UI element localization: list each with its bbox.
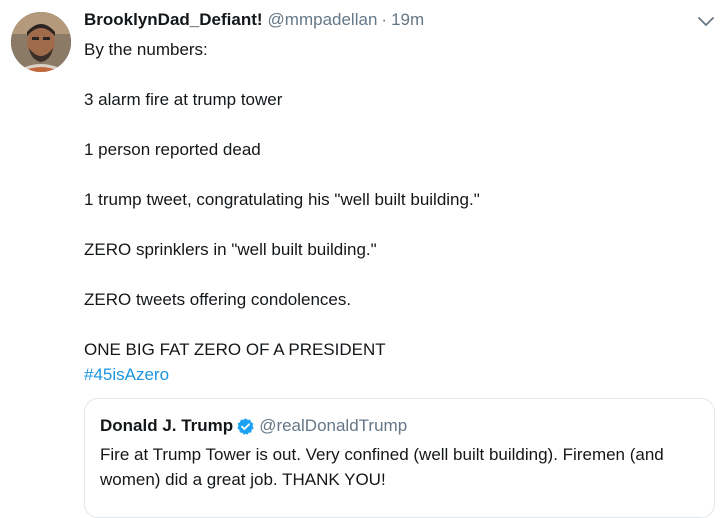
timestamp[interactable]: 19m	[391, 10, 424, 30]
line-break	[84, 62, 704, 87]
tweet-line: 1 person reported dead	[84, 140, 261, 159]
line-break	[84, 312, 704, 337]
chevron-down-icon	[698, 17, 714, 26]
tweet-line: By the numbers:	[84, 40, 208, 59]
tweet-line: ZERO sprinklers in "well built building.…	[84, 240, 377, 259]
tweet-line: 1 trump tweet, congratulating his "well …	[84, 190, 480, 209]
hashtag-link[interactable]: #45isAzero	[84, 365, 169, 384]
tweet-line: ZERO tweets offering condolences.	[84, 290, 352, 309]
verified-badge-icon	[236, 417, 255, 436]
quoted-tweet-text: Fire at Trump Tower is out. Very confine…	[100, 442, 700, 492]
tweet-line: ONE BIG FAT ZERO OF A PRESIDENT	[84, 340, 386, 359]
line-break	[84, 112, 704, 137]
hashtag-line: #45isAzero	[84, 362, 704, 387]
display-name[interactable]: BrooklynDad_Defiant!	[84, 10, 263, 30]
quoted-text-line: women) did a great job. THANK YOU!	[100, 470, 386, 489]
quoted-user-handle: @realDonaldTrump	[259, 416, 408, 435]
quoted-display-name: Donald J. Trump	[100, 416, 234, 435]
line-break	[84, 212, 704, 237]
quoted-text-line: Fire at Trump Tower is out. Very confine…	[100, 445, 664, 464]
tweet-menu-button[interactable]	[696, 14, 716, 30]
quoted-tweet-card[interactable]: Donald J. Trump @realDonaldTrump Fire at…	[84, 398, 715, 518]
tweet-line: 3 alarm fire at trump tower	[84, 90, 283, 109]
user-avatar[interactable]	[11, 12, 71, 72]
tweet-text: By the numbers: 3 alarm fire at trump to…	[84, 37, 704, 387]
tweet: BrooklynDad_Defiant! @mmpadellan · 19m B…	[0, 0, 722, 518]
line-break	[84, 162, 704, 187]
tweet-header: BrooklynDad_Defiant! @mmpadellan · 19m	[84, 10, 424, 34]
separator-dot: ·	[381, 10, 388, 29]
user-handle[interactable]: @mmpadellan	[268, 10, 378, 30]
quoted-tweet-header: Donald J. Trump @realDonaldTrump	[100, 416, 407, 436]
line-break	[84, 262, 704, 287]
avatar-image	[11, 12, 71, 72]
